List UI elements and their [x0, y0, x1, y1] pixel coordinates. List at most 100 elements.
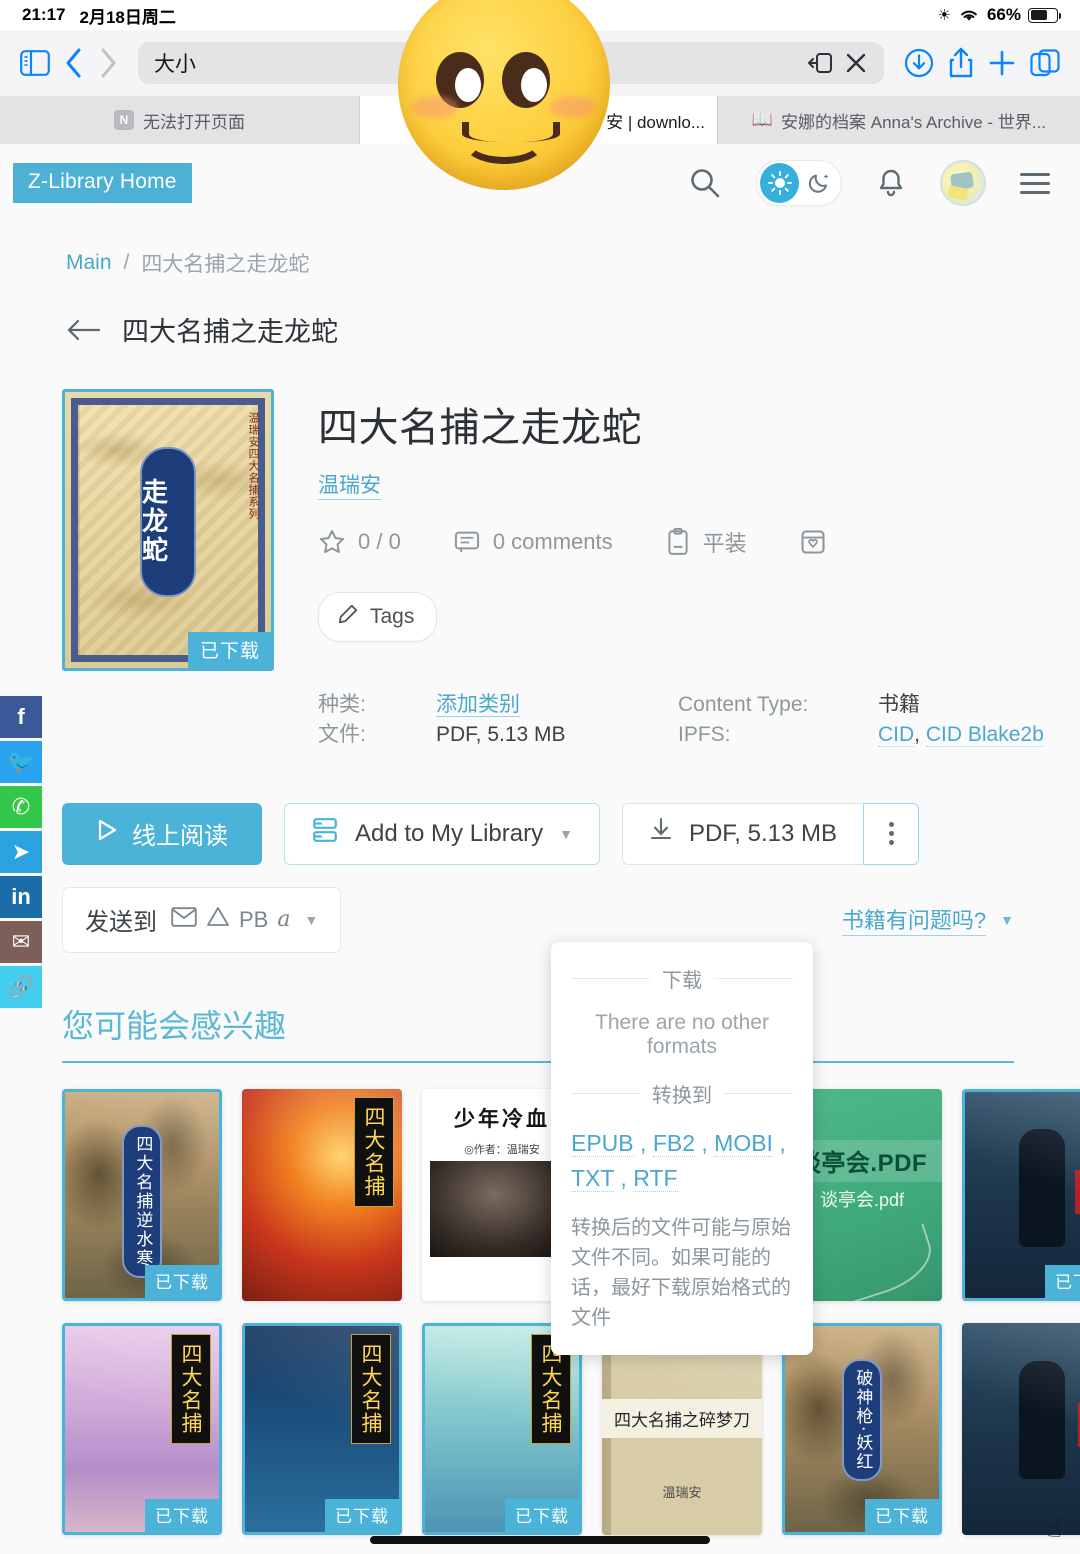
social-share-linkedin-icon[interactable]: in — [0, 876, 42, 918]
panel-download-header: 下载 — [571, 964, 793, 993]
book-action-buttons: 线上阅读 Add to My Library ▼ PDF, 5.13 MB — [0, 751, 1080, 865]
book-title: 四大名捕之走龙蛇 — [318, 406, 642, 450]
book-author-link[interactable]: 温瑞安 — [318, 469, 381, 500]
emoji-blush-right — [550, 96, 596, 118]
file-value: PDF, 5.13 MB — [436, 723, 566, 747]
browser-tab[interactable]: 📖 安娜的档案 Anna's Archive - 世界... — [718, 96, 1080, 144]
book-cover-title-text: 少年追命 — [1077, 1101, 1080, 1210]
format-separator: , — [614, 1164, 634, 1191]
convert-format-mobi-link[interactable]: MOBI — [714, 1130, 773, 1157]
bell-icon[interactable] — [876, 167, 906, 199]
convert-format-epub-link[interactable]: EPUB — [571, 1130, 634, 1157]
downloaded-badge: 已下载 — [865, 1498, 939, 1532]
chevron-down-icon: ▼ — [559, 825, 573, 842]
social-share-email-icon[interactable]: ✉ — [0, 921, 42, 963]
convert-format-rtf-link[interactable]: RTF — [633, 1164, 678, 1192]
convert-format-txt-link[interactable]: TXT — [571, 1164, 615, 1192]
tags-label: Tags — [370, 605, 415, 628]
close-icon[interactable] — [844, 51, 868, 75]
book-detail: 走龙蛇 温瑞安四大名捕系列 已下载 四大名捕之走龙蛇 温瑞安 0 / 0 0 c… — [0, 349, 1080, 751]
book-cover-title-text: 四大名捕 — [351, 1333, 391, 1444]
send-to-button[interactable]: 发送到 PB a ▼ — [62, 886, 342, 953]
social-share-twitter-icon[interactable]: 🐦 — [0, 741, 42, 783]
sidebar-toggle-icon[interactable] — [20, 50, 50, 76]
hamburger-menu-icon[interactable] — [1020, 172, 1050, 194]
content-type-label: Content Type: — [678, 693, 809, 716]
social-share-telegram-icon[interactable]: ➤ — [0, 831, 42, 873]
file-label: 文件: — [318, 723, 366, 747]
book-cover-wrap[interactable]: 走龙蛇 温瑞安四大名捕系列 已下载 — [62, 389, 274, 751]
ipfs-separator: , — [914, 723, 921, 747]
category-label: 种类: — [318, 693, 366, 716]
add-to-library-label: Add to My Library — [355, 819, 544, 847]
panel-disclaimer: 转换后的文件可能与原始文件不同。如果可能的话，最好下载原始格式的文件 — [571, 1217, 791, 1329]
bookmark-box-icon[interactable] — [799, 528, 827, 556]
activity-spinner-icon: ☀ — [937, 7, 951, 24]
web-page-viewport: Z-Library Home Main / 四大名捕之走龙蛇 四大名捕之走龙蛇 … — [0, 144, 1080, 1554]
sun-icon[interactable] — [760, 163, 799, 203]
social-share-copy-link-icon[interactable]: 🔗 — [0, 966, 42, 1008]
recommended-book-card[interactable]: 四大名捕 — [242, 1088, 402, 1301]
download-more-button[interactable] — [863, 802, 919, 865]
book-cover-title-text: 四大名捕之碎梦刀 — [602, 1399, 762, 1439]
recommended-book-card[interactable]: 四大名捕逆水寒 已下载 — [62, 1088, 222, 1301]
status-bar-left: 21:17 2月18日周二 — [22, 3, 176, 28]
book-comments[interactable]: 0 comments — [453, 528, 613, 556]
format-separator: , — [695, 1130, 715, 1156]
tags-button[interactable]: Tags — [318, 592, 438, 642]
ipfs-cid-blake2b-link[interactable]: CID Blake2b — [925, 723, 1044, 748]
social-share-whatsapp-icon[interactable]: ✆ — [0, 786, 42, 828]
book-info: 四大名捕之走龙蛇 温瑞安 0 / 0 0 comments 平装 Tags 种类… — [318, 389, 1080, 751]
chevron-down-icon[interactable]: ▼ — [1000, 912, 1014, 928]
share-icon[interactable] — [948, 47, 974, 79]
read-online-button[interactable]: 线上阅读 — [62, 802, 262, 865]
cursor-pointer-icon: ☝ — [1046, 1513, 1062, 1543]
book-problem-link[interactable]: 书籍有问题吗? — [841, 903, 987, 937]
pencil-icon — [337, 603, 359, 631]
recommended-book-card[interactable]: 拳冷血拳冷血 — [962, 1322, 1080, 1535]
page-back-row: 四大名捕之走龙蛇 — [0, 278, 1080, 349]
download-button[interactable]: PDF, 5.13 MB — [621, 802, 863, 865]
downloaded-badge: 已下载 — [505, 1498, 579, 1532]
book-comments-value: 0 comments — [492, 529, 613, 554]
recommended-book-card[interactable]: 少年追命少年追命已下载 — [962, 1088, 1080, 1301]
user-avatar[interactable] — [940, 160, 986, 206]
theme-toggle[interactable] — [756, 160, 842, 206]
convert-format-fb2-link[interactable]: FB2 — [652, 1130, 695, 1157]
plus-icon[interactable] — [988, 49, 1016, 77]
content-type-value: 书籍 — [878, 693, 920, 716]
zlibrary-home-button[interactable]: Z-Library Home — [13, 163, 192, 203]
status-time: 21:17 — [22, 5, 66, 24]
chevron-right-icon[interactable] — [98, 47, 118, 79]
reader-view-icon[interactable] — [808, 51, 834, 75]
cover-sheen — [962, 1322, 1080, 1535]
book-cover-author-text: 温瑞安 — [662, 1485, 702, 1501]
arrow-left-icon[interactable] — [66, 318, 100, 342]
comment-icon — [453, 528, 481, 556]
browser-tab[interactable]: N 无法打开页面 — [0, 96, 360, 144]
tab-label: 安娜的档案 Anna's Archive - 世界... — [781, 112, 1046, 132]
social-share-facebook-icon[interactable]: f — [0, 696, 42, 738]
add-category-link[interactable]: 添加类别 — [436, 693, 520, 717]
emoji-blush-left — [412, 96, 458, 118]
ipfs-label: IPFS: — [678, 723, 731, 747]
chevron-left-icon[interactable] — [64, 47, 84, 79]
tab-favicon-icon: N — [114, 110, 134, 130]
download-arrow-icon[interactable] — [904, 48, 934, 78]
moon-icon[interactable] — [799, 163, 838, 203]
status-date: 2月18日周二 — [79, 7, 176, 27]
social-share-rail: f 🐦 ✆ ➤ in ✉ 🔗 — [0, 696, 42, 1008]
recommended-book-card[interactable]: 四大名捕 已下载 — [242, 1322, 402, 1535]
add-to-library-button[interactable]: Add to My Library ▼ — [284, 802, 600, 865]
breadcrumb-home-link[interactable]: Main — [66, 251, 112, 275]
ipfs-cid-link[interactable]: CID — [878, 723, 915, 748]
recommended-book-card[interactable]: 四大名捕 已下载 — [62, 1322, 222, 1535]
search-icon[interactable] — [688, 166, 722, 200]
page-title: 四大名捕之走龙蛇 — [122, 317, 338, 347]
clipboard-icon — [665, 528, 691, 556]
envelope-icon — [171, 907, 197, 933]
book-cover-title-text: 四大名捕 — [354, 1096, 394, 1207]
book-rating[interactable]: 0 / 0 — [318, 528, 401, 556]
tab-overview-icon[interactable] — [1030, 49, 1060, 77]
book-cover[interactable]: 走龙蛇 温瑞安四大名捕系列 已下载 — [62, 389, 274, 671]
